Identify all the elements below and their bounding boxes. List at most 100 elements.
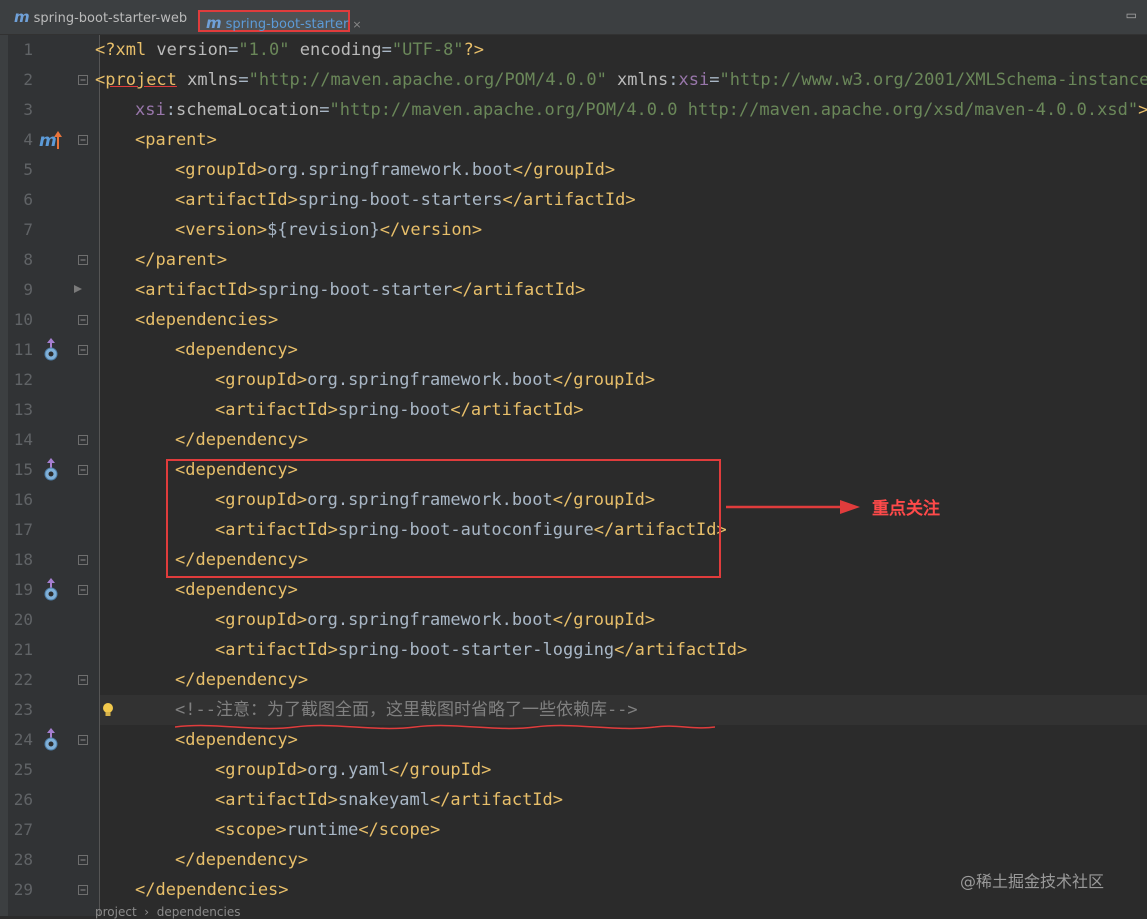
code-text: <artifactId>spring-boot-starters</artifa… <box>175 190 636 210</box>
code-text: <dependencies> <box>135 310 279 330</box>
code-text: <artifactId>snakeyaml</artifactId> <box>215 790 564 810</box>
code-text: <artifactId>spring-boot-starter</artifac… <box>135 280 586 300</box>
code-line: 10 <dependencies> <box>0 305 1147 335</box>
code-line: 21 <artifactId>spring-boot-starter-loggi… <box>0 635 1147 665</box>
dependency-navigation-icon[interactable] <box>42 338 60 362</box>
line-number: 18 <box>13 550 33 569</box>
line-number: 28 <box>13 850 33 869</box>
fold-open-icon[interactable] <box>77 134 89 146</box>
line-number: 14 <box>13 430 33 449</box>
dependency-navigation-icon[interactable] <box>42 728 60 752</box>
code-line: 7 <version>${revision}</version> <box>0 215 1147 245</box>
lightbulb-icon[interactable] <box>101 701 115 719</box>
code-comment: <!--注意：为了截图全面，这里截图时省略了一些依赖库--> <box>175 700 638 720</box>
code-text: <parent> <box>135 130 217 150</box>
fold-end-icon[interactable] <box>77 674 89 686</box>
breadcrumb[interactable]: project › dependencies <box>95 905 240 919</box>
fold-open-icon[interactable] <box>77 344 89 356</box>
code-line: 11 <dependency> <box>0 335 1147 365</box>
maven-icon: m <box>206 14 222 32</box>
fold-end-icon[interactable] <box>77 434 89 446</box>
tab-label: spring-boot-starter <box>225 17 349 32</box>
code-text: <groupId>org.springframework.boot</group… <box>175 160 616 180</box>
code-text: <groupId>org.yaml</groupId> <box>215 760 492 780</box>
line-number: 15 <box>13 460 33 479</box>
code-text: <artifactId>spring-boot</artifactId> <box>215 400 584 420</box>
fold-open-icon[interactable] <box>77 464 89 476</box>
maven-parent-icon[interactable]: m <box>38 129 64 151</box>
code-text: <artifactId>spring-boot-starter-logging<… <box>215 640 748 660</box>
line-number: 24 <box>13 730 33 749</box>
annotation-label: 重点关注 <box>872 499 940 519</box>
fold-end-icon[interactable] <box>77 254 89 266</box>
code-text: <groupId>org.springframework.boot</group… <box>215 370 656 390</box>
editor-menu-icon[interactable]: ▭ <box>1126 8 1137 22</box>
line-number: 25 <box>13 760 33 779</box>
code-line: 25 <groupId>org.yaml</groupId> <box>0 755 1147 785</box>
annotation-arrow-icon <box>726 500 860 514</box>
line-number: 27 <box>13 820 33 839</box>
line-number: 17 <box>13 520 33 539</box>
line-number: 1 <box>23 40 33 59</box>
line-number: 5 <box>23 160 33 179</box>
line-number: 2 <box>23 70 33 89</box>
code-line: 8 </parent> <box>0 245 1147 275</box>
code-text: <scope>runtime</scope> <box>215 820 441 840</box>
line-number: 11 <box>13 340 33 359</box>
fold-open-icon[interactable] <box>77 584 89 596</box>
watermark: @稀土掘金技术社区 <box>960 872 1105 891</box>
code-line: 19 <dependency> <box>0 575 1147 605</box>
code-line: 5 <groupId>org.springframework.boot</gro… <box>0 155 1147 185</box>
line-number: 19 <box>13 580 33 599</box>
code-text: </dependency> <box>175 430 309 450</box>
code-line: 2 <project xmlns="http://maven.apache.or… <box>0 65 1147 95</box>
code-line: 6 <artifactId>spring-boot-starters</arti… <box>0 185 1147 215</box>
line-number: 29 <box>13 880 33 899</box>
code-line: 9 <artifactId>spring-boot-starter</artif… <box>0 275 1147 305</box>
line-number: 6 <box>23 190 33 209</box>
close-tab-icon[interactable]: × <box>352 18 361 31</box>
highlight-box <box>166 459 721 578</box>
line-number: 8 <box>23 250 33 269</box>
dependency-navigation-icon[interactable] <box>42 578 60 602</box>
code-text: </parent> <box>135 250 228 270</box>
line-number: 4 <box>23 130 33 149</box>
line-number: 3 <box>23 100 33 119</box>
code-text: <?xml version="1.0" encoding="UTF-8"?> <box>95 40 485 60</box>
line-number: 7 <box>23 220 33 239</box>
fold-open-icon[interactable] <box>77 74 89 86</box>
fold-open-icon[interactable] <box>77 314 89 326</box>
editor-tab-bar: m spring-boot-starter-web m spring-boot-st… <box>0 0 1147 35</box>
line-number: 21 <box>13 640 33 659</box>
code-line: 27 <scope>runtime</scope> <box>0 815 1147 845</box>
svg-text:m: m <box>39 131 57 151</box>
comment-underline <box>175 724 715 730</box>
fold-open-icon[interactable] <box>77 734 89 746</box>
code-line: 13 <artifactId>spring-boot</artifactId> <box>0 395 1147 425</box>
code-text: <version>${revision}</version> <box>175 220 483 240</box>
code-text: xsi:schemaLocation="http://maven.apache.… <box>135 100 1147 120</box>
tab-spring-boot-starter[interactable]: m spring-boot-starter × <box>198 10 362 32</box>
code-line: 14 </dependency> <box>0 425 1147 455</box>
override-marker-icon <box>73 279 83 293</box>
code-text: <dependency> <box>175 580 298 600</box>
code-line: 1 <?xml version="1.0" encoding="UTF-8"?> <box>0 35 1147 65</box>
line-number: 9 <box>23 280 33 299</box>
line-number: 23 <box>13 700 33 719</box>
code-text: </dependency> <box>175 670 309 690</box>
code-line: 4 m <parent> <box>0 125 1147 155</box>
fold-end-icon[interactable] <box>77 854 89 866</box>
fold-end-icon[interactable] <box>77 884 89 896</box>
code-line: 12 <groupId>org.springframework.boot</gr… <box>0 365 1147 395</box>
tab-label: spring-boot-starter-web <box>33 11 188 26</box>
code-line-current: 23 <!--注意：为了截图全面，这里截图时省略了一些依赖库--> <box>0 695 1147 725</box>
code-text: <groupId>org.springframework.boot</group… <box>215 610 656 630</box>
fold-end-icon[interactable] <box>77 554 89 566</box>
dependency-navigation-icon[interactable] <box>42 458 60 482</box>
line-number: 26 <box>13 790 33 809</box>
tab-spring-boot-starter-web[interactable]: m spring-boot-starter-web <box>14 0 187 34</box>
line-number: 13 <box>13 400 33 419</box>
line-number: 20 <box>13 610 33 629</box>
code-line: 22 </dependency> <box>0 665 1147 695</box>
code-text: </dependencies> <box>135 880 289 900</box>
